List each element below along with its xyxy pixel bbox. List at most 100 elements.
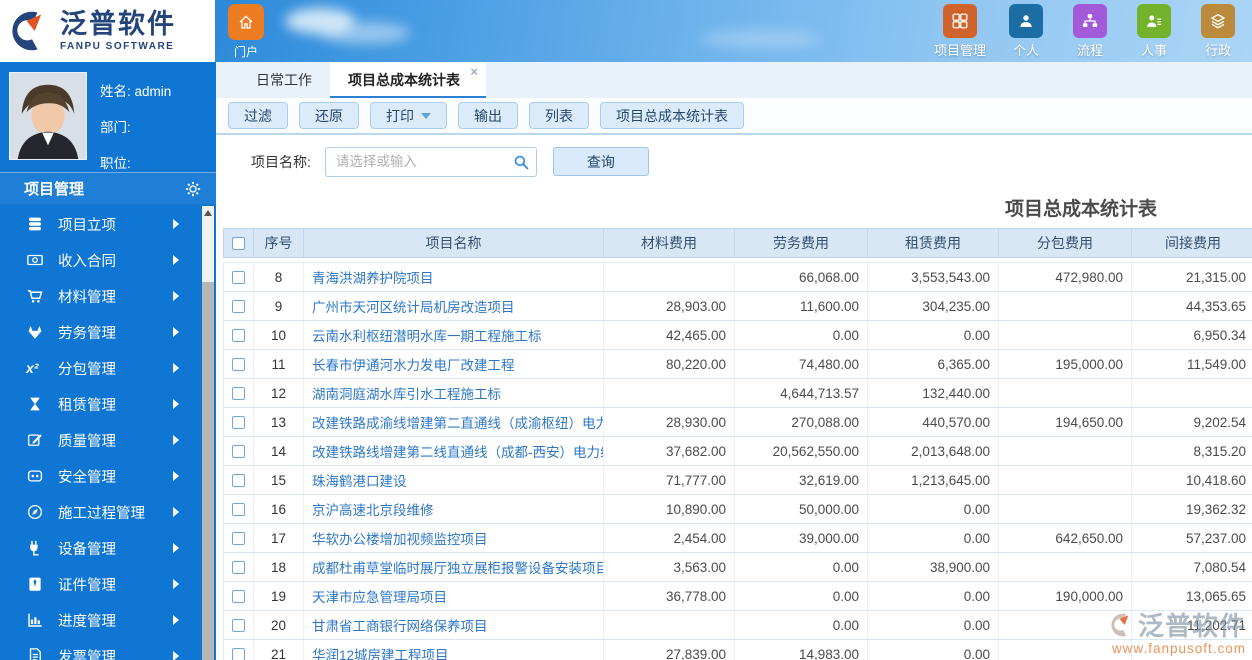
sidebar-scrollbar[interactable]: [202, 206, 214, 660]
project-name-link[interactable]: 珠海鹤港口建设: [304, 466, 604, 494]
row-checkbox[interactable]: [232, 473, 245, 487]
row-checkbox[interactable]: [232, 618, 245, 632]
sidebar-item-material-management[interactable]: 材料管理: [0, 278, 203, 314]
sidebar-item-subcontract-management[interactable]: x² 分包管理: [0, 350, 203, 386]
search-row: 项目名称: 查询: [216, 135, 1252, 188]
query-button[interactable]: 查询: [552, 147, 649, 176]
row-checkbox[interactable]: [232, 415, 245, 429]
row-checkbox[interactable]: [232, 328, 245, 342]
project-name-input[interactable]: [324, 146, 537, 177]
row-checkbox-cell: [224, 466, 254, 494]
sidebar-item-labor-management[interactable]: 劳务管理: [0, 314, 203, 350]
sidebar-item-lease-management[interactable]: 租赁管理: [0, 386, 203, 422]
money-icon: [26, 251, 48, 269]
sidebar-item-safety-management[interactable]: 安全管理: [0, 458, 203, 494]
person-icon: [1009, 4, 1043, 38]
column-header-6: 间接费用: [1165, 235, 1221, 251]
sidebar-item-label: 证件管理: [58, 577, 116, 594]
cost-value-indirect: 10,418.60: [1185, 472, 1246, 488]
avatar: [9, 72, 87, 160]
row-checkbox[interactable]: [232, 502, 245, 516]
sidebar: 姓名: admin 部门: 职位: 项目管理 项目立项 收入合同 材料管理 劳务管理 x…: [0, 62, 216, 660]
cost-value-labor: 32,619.00: [735, 466, 868, 494]
tab-bar: 日常工作 项目总成本统计表 ×: [216, 62, 1252, 98]
cost-value-indirect: 19,362.32: [1185, 501, 1246, 517]
project-name-link[interactable]: 成都杜甫草堂临时展厅独立展柜报警设备安装项目: [304, 553, 604, 581]
app-workflow[interactable]: 流程: [1066, 4, 1114, 59]
row-checkbox[interactable]: [232, 386, 245, 400]
filter-button[interactable]: 过滤: [228, 102, 288, 129]
app-project-management[interactable]: 项目管理: [934, 4, 986, 59]
sidebar-item-income-contract[interactable]: 收入合同: [0, 242, 203, 278]
row-checkbox[interactable]: [232, 270, 245, 284]
table-row: 20 甘肃省工商银行网络保养项目 0.00 0.00 11,202.71: [224, 611, 1252, 640]
list-button[interactable]: 列表: [529, 102, 589, 129]
row-checkbox-cell: [224, 437, 254, 465]
cost-value-labor: 66,068.00: [735, 263, 868, 291]
portal-button[interactable]: 门户: [224, 4, 268, 60]
row-checkbox[interactable]: [232, 357, 245, 371]
row-checkbox[interactable]: [232, 560, 245, 574]
sidebar-item-invoice-management[interactable]: 发票管理: [0, 638, 203, 660]
table-body: 8 青海洪湖养护院项目 66,068.00 3,553,543.00 472,980.0…: [223, 262, 1252, 660]
table-row: 18 成都杜甫草堂临时展厅独立展柜报警设备安装项目 3,563.00 0.00 38,9…: [224, 553, 1252, 582]
tab-label: 项目总成本统计表: [348, 72, 460, 88]
row-checkbox[interactable]: [232, 299, 245, 313]
cost-value-subcontract: [999, 640, 1132, 660]
close-icon[interactable]: ×: [470, 65, 478, 78]
gear-icon[interactable]: [184, 180, 202, 198]
project-name-link[interactable]: 改建铁路线增建第二线直通线（成都-西安）电力线: [304, 437, 604, 465]
row-index: 10: [254, 321, 304, 349]
export-button[interactable]: 输出: [458, 102, 518, 129]
app-admin-affairs[interactable]: 行政: [1194, 4, 1242, 59]
sidebar-item-equipment-management[interactable]: 设备管理: [0, 530, 203, 566]
flow-icon: [1073, 4, 1107, 38]
row-checkbox[interactable]: [232, 589, 245, 603]
print-button[interactable]: 打印: [370, 102, 447, 129]
select-all-checkbox[interactable]: [232, 236, 245, 250]
sidebar-item-label: 质量管理: [58, 433, 116, 450]
project-name-link[interactable]: 湖南洞庭湖水库引水工程施工标: [304, 379, 604, 407]
project-name-link[interactable]: 青海洪湖养护院项目: [304, 263, 604, 291]
sidebar-item-label: 收入合同: [58, 253, 116, 270]
app-label-personal: 个人: [1012, 43, 1039, 58]
row-index: 19: [254, 582, 304, 610]
tab-project-cost-stat[interactable]: 项目总成本统计表 ×: [330, 62, 486, 98]
app-personal[interactable]: 个人: [1002, 4, 1050, 59]
scroll-up-button[interactable]: [202, 206, 214, 220]
fox-icon: [26, 323, 48, 341]
cost-value-subcontract: 472,980.00: [999, 263, 1132, 291]
row-checkbox[interactable]: [232, 444, 245, 458]
sidebar-item-label: 进度管理: [58, 613, 116, 630]
scrollbar-thumb[interactable]: [202, 282, 214, 660]
sidebar-item-label: 租赁管理: [58, 397, 116, 414]
project-name-link[interactable]: 广州市天河区统计局机房改造项目: [304, 292, 604, 320]
tab-daily-work[interactable]: 日常工作: [238, 62, 330, 98]
project-name-link[interactable]: 京沪高速北京段维修: [304, 495, 604, 523]
app-hr[interactable]: 人事: [1130, 4, 1178, 59]
sidebar-item-project-initiation[interactable]: 项目立项: [0, 206, 203, 242]
sidebar-item-progress-management[interactable]: 进度管理: [0, 602, 203, 638]
sidebar-item-construction-process[interactable]: 施工过程管理: [0, 494, 203, 530]
row-checkbox[interactable]: [232, 647, 245, 660]
sidebar-item-certificate-management[interactable]: 证件管理: [0, 566, 203, 602]
project-name-link[interactable]: 华润12城房建工程项目: [304, 640, 604, 660]
report-button[interactable]: 项目总成本统计表: [600, 102, 744, 129]
project-name-link[interactable]: 长春市伊通河水力发电厂改建工程: [304, 350, 604, 378]
cost-value-material: [604, 379, 735, 407]
cost-value-material: 10,890.00: [604, 495, 735, 523]
search-icon[interactable]: [512, 153, 530, 171]
row-checkbox[interactable]: [232, 531, 245, 545]
cost-value-labor: 0.00: [735, 321, 868, 349]
chevron-right-icon: [173, 651, 179, 660]
project-name-link[interactable]: 改建铁路成渝线增建第二直通线（成渝枢纽）电力线: [304, 408, 604, 436]
project-name-link[interactable]: 甘肃省工商银行网络保养项目: [304, 611, 604, 639]
compass-icon: [26, 503, 48, 521]
row-index: 21: [254, 640, 304, 660]
cost-value-rent: 0.00: [868, 524, 999, 552]
project-name-link[interactable]: 华软办公楼增加视频监控项目: [304, 524, 604, 552]
reset-button[interactable]: 还原: [299, 102, 359, 129]
project-name-link[interactable]: 天津市应急管理局项目: [304, 582, 604, 610]
project-name-link[interactable]: 云南水利枢纽潜明水库一期工程施工标: [304, 321, 604, 349]
sidebar-item-quality-management[interactable]: 质量管理: [0, 422, 203, 458]
